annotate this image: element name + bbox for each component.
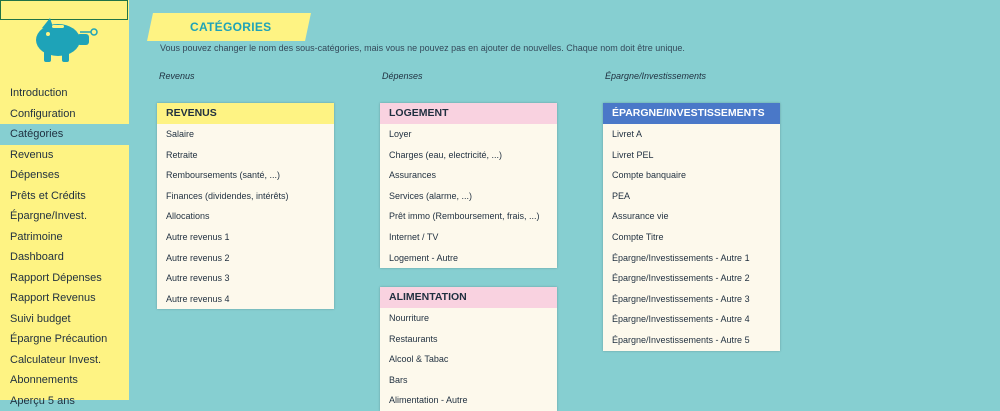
sidebar-item[interactable]: Rapport Revenus	[0, 288, 129, 309]
sidebar-item[interactable]: Suivi budget	[0, 309, 129, 330]
category-item[interactable]: Nourriture	[380, 308, 557, 329]
category-item[interactable]: Retraite	[157, 145, 334, 166]
sidebar-item[interactable]: Dashboard	[0, 247, 129, 268]
sidebar-item[interactable]: Épargne Précaution	[0, 329, 129, 350]
sidebar-item[interactable]: Calculateur Invest.	[0, 350, 129, 371]
category-item[interactable]: Charges (eau, electricité, ...)	[380, 145, 557, 166]
category-item[interactable]: Allocations	[157, 206, 334, 227]
category-item[interactable]: Services (alarme, ...)	[380, 186, 557, 207]
card-epargne: ÉPARGNE/INVESTISSEMENTSLivret ALivret PE…	[603, 103, 780, 351]
category-item[interactable]: Épargne/Investissements - Autre 3	[603, 289, 780, 310]
category-item[interactable]: Logement - Autre	[380, 248, 557, 269]
piggy-bank-icon	[30, 12, 102, 64]
sidebar-item[interactable]: Revenus	[0, 145, 129, 166]
page-title: CATÉGORIES	[190, 13, 271, 41]
column-label-depenses: Dépenses	[382, 71, 423, 81]
category-item[interactable]: Livret PEL	[603, 145, 780, 166]
sidebar-item[interactable]: Abonnements	[0, 370, 129, 391]
column-label-epargne: Épargne/Investissements	[605, 71, 706, 81]
card-logement: LOGEMENTLoyerCharges (eau, electricité, …	[380, 103, 557, 268]
category-item[interactable]: Remboursements (santé, ...)	[157, 165, 334, 186]
category-item[interactable]: Assurances	[380, 165, 557, 186]
category-item[interactable]: Prêt immo (Remboursement, frais, ...)	[380, 206, 557, 227]
category-item[interactable]: Autre revenus 4	[157, 289, 334, 310]
category-item[interactable]: Bars	[380, 370, 557, 391]
card-header: LOGEMENT	[380, 103, 557, 124]
card-alimentation: ALIMENTATIONNourritureRestaurantsAlcool …	[380, 287, 557, 411]
card-header: ALIMENTATION	[380, 287, 557, 308]
category-item[interactable]: PEA	[603, 186, 780, 207]
sidebar: IntroductionConfigurationCatégoriesReven…	[0, 0, 129, 400]
sidebar-item[interactable]: Épargne/Invest.	[0, 206, 129, 227]
sidebar-item[interactable]: Prêts et Crédits	[0, 186, 129, 207]
category-item[interactable]: Salaire	[157, 124, 334, 145]
category-item[interactable]: Autre revenus 3	[157, 268, 334, 289]
category-item[interactable]: Autre revenus 1	[157, 227, 334, 248]
column-label-revenus: Revenus	[159, 71, 195, 81]
sidebar-item[interactable]: Configuration	[0, 104, 129, 125]
category-item[interactable]: Épargne/Investissements - Autre 2	[603, 268, 780, 289]
category-item[interactable]: Épargne/Investissements - Autre 5	[603, 330, 780, 351]
card-header: ÉPARGNE/INVESTISSEMENTS	[603, 103, 780, 124]
category-item[interactable]: Épargne/Investissements - Autre 1	[603, 248, 780, 269]
category-item[interactable]: Finances (dividendes, intérêts)	[157, 186, 334, 207]
category-item[interactable]: Alimentation - Autre	[380, 390, 557, 411]
category-item[interactable]: Livret A	[603, 124, 780, 145]
category-item[interactable]: Loyer	[380, 124, 557, 145]
sidebar-item[interactable]: Rapport Dépenses	[0, 268, 129, 289]
category-item[interactable]: Compte Titre	[603, 227, 780, 248]
category-item[interactable]: Épargne/Investissements - Autre 4	[603, 309, 780, 330]
sidebar-item[interactable]: Patrimoine	[0, 227, 129, 248]
sidebar-nav: IntroductionConfigurationCatégoriesReven…	[0, 83, 129, 411]
page-subtitle: Vous pouvez changer le nom des sous-caté…	[160, 43, 685, 53]
category-item[interactable]: Autre revenus 2	[157, 248, 334, 269]
category-item[interactable]: Compte banquaire	[603, 165, 780, 186]
category-item[interactable]: Assurance vie	[603, 206, 780, 227]
category-item[interactable]: Internet / TV	[380, 227, 557, 248]
card-header: REVENUS	[157, 103, 334, 124]
category-item[interactable]: Alcool & Tabac	[380, 349, 557, 370]
category-item[interactable]: Restaurants	[380, 329, 557, 350]
sidebar-item[interactable]: Dépenses	[0, 165, 129, 186]
sidebar-item[interactable]: Aperçu 5 ans	[0, 391, 129, 411]
card-revenus: REVENUSSalaireRetraiteRemboursements (sa…	[157, 103, 334, 309]
sidebar-item[interactable]: Catégories	[0, 124, 129, 145]
sidebar-item[interactable]: Introduction	[0, 83, 129, 104]
